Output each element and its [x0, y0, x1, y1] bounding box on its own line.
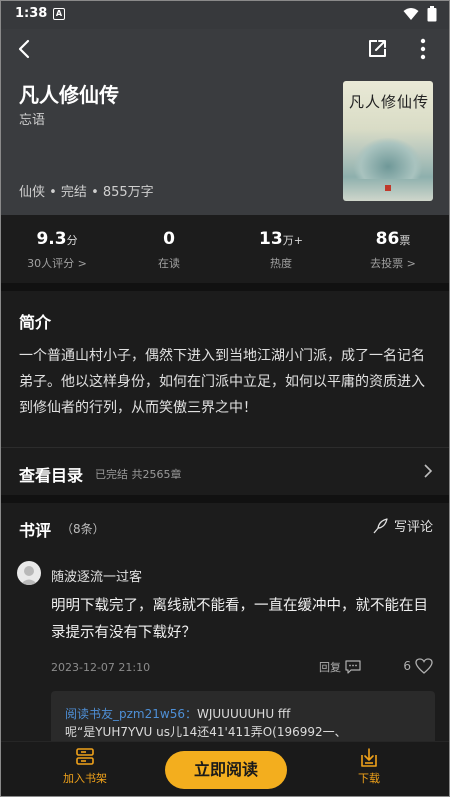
write-review-button[interactable]: 写评论	[372, 516, 433, 535]
wifi-icon	[403, 8, 419, 20]
intro-heading: 简介	[19, 313, 52, 332]
book-author[interactable]: 忘语	[19, 109, 45, 128]
share-icon[interactable]	[365, 37, 389, 61]
sub-reply-user[interactable]: 阅读书友_pzm21w56：	[65, 707, 197, 721]
book-meta: 仙侠 • 完结 • 855万字	[19, 185, 154, 200]
divider-line	[1, 447, 449, 448]
bookshelf-icon	[76, 748, 94, 765]
bottom-action-bar: 加入书架 立即阅读 下载	[1, 741, 449, 796]
stat-unit: 万+	[282, 234, 303, 247]
book-cover: 凡人修仙传	[343, 81, 433, 201]
cover-mountain-art	[353, 137, 423, 179]
reviews-heading: 书评	[19, 521, 52, 540]
section-divider	[1, 495, 449, 503]
sub-reply-text: WJUUUUUHU fff	[196, 707, 291, 721]
read-now-button[interactable]: 立即阅读	[165, 751, 287, 789]
stat-value: 13	[259, 229, 283, 249]
stat-unit: 票	[399, 234, 411, 247]
stat-value: 9.3	[36, 229, 67, 249]
stat-value: 86	[375, 229, 400, 249]
section-divider	[1, 283, 449, 291]
write-review-label: 写评论	[393, 520, 433, 535]
sub-reply-text-2: 呢“是YUH7YVU us儿14还41'411弄O(196992一、	[65, 725, 347, 739]
stats-row: 9.3分 30人评分 > 0 在读 13万+ 热度 86票 去投票 >	[1, 215, 449, 283]
reply-label: 回复	[319, 661, 341, 674]
like-button[interactable]: 6	[403, 658, 433, 674]
comment-bubble-icon	[345, 660, 361, 674]
cover-seal	[385, 185, 391, 191]
user-avatar-icon	[20, 566, 38, 585]
chevron-right-icon	[424, 464, 433, 478]
cover-title: 凡人修仙传	[349, 93, 430, 111]
reply-button[interactable]: 回复	[319, 659, 361, 675]
notification-icon: A	[53, 8, 65, 20]
review-username[interactable]: 随波逐流一过客	[51, 566, 142, 585]
quill-icon	[373, 517, 388, 533]
stat-label: 去投票 >	[370, 257, 416, 270]
add-to-shelf-button[interactable]: 加入书架	[59, 748, 111, 786]
stat-label: 热度	[270, 257, 292, 270]
more-options-icon[interactable]	[411, 37, 435, 61]
status-bar: 1:38 A	[1, 1, 449, 29]
status-time: 1:38	[15, 6, 48, 21]
stat-votes[interactable]: 86票 去投票 >	[337, 215, 449, 283]
back-arrow-icon[interactable]	[13, 37, 37, 61]
avatar[interactable]	[17, 561, 41, 585]
download-icon	[361, 748, 377, 767]
review-date: 2023-12-07 21:10	[51, 661, 151, 674]
stat-popularity: 13万+ 热度	[225, 215, 337, 283]
download-button[interactable]: 下载	[353, 748, 385, 786]
stat-rating[interactable]: 9.3分 30人评分 >	[1, 215, 113, 283]
catalog-subtext: 已完结 共2565章	[95, 468, 182, 481]
like-count: 6	[403, 659, 411, 673]
book-title: 凡人修仙传	[19, 83, 119, 107]
download-label: 下载	[358, 772, 380, 785]
catalog-heading: 查看目录	[19, 466, 84, 485]
intro-text[interactable]: 一个普通山村小子，偶然下进入到当地江湖小门派，成了一名记名弟子。他以这样身份，如…	[19, 343, 437, 421]
stat-label: 30人评分 >	[27, 257, 87, 270]
heart-icon	[415, 658, 433, 674]
catalog-row[interactable]: 查看目录 已完结 共2565章	[1, 449, 449, 495]
add-to-shelf-label: 加入书架	[63, 772, 107, 785]
app-frame: 1:38 A 凡人修仙传 忘语 仙侠 • 完结 • 855万字 凡人修仙传 9.…	[0, 0, 450, 797]
reviews-count: （8条）	[61, 522, 105, 536]
review-text[interactable]: 明明下载完了，离线就不能看，一直在缓冲中，就不能在目录提示有没有下载好？	[51, 593, 436, 647]
stat-label: 在读	[158, 257, 180, 270]
stat-unit: 分	[66, 234, 78, 247]
battery-icon	[427, 6, 437, 22]
stat-value: 0	[163, 229, 175, 249]
book-header: 凡人修仙传 忘语 仙侠 • 完结 • 855万字 凡人修仙传	[1, 29, 449, 215]
sub-reply-line: 阅读书友_pzm21w56：WJUUUUUHU fff	[65, 705, 421, 723]
stat-reading: 0 在读	[113, 215, 225, 283]
status-icons	[403, 6, 437, 22]
